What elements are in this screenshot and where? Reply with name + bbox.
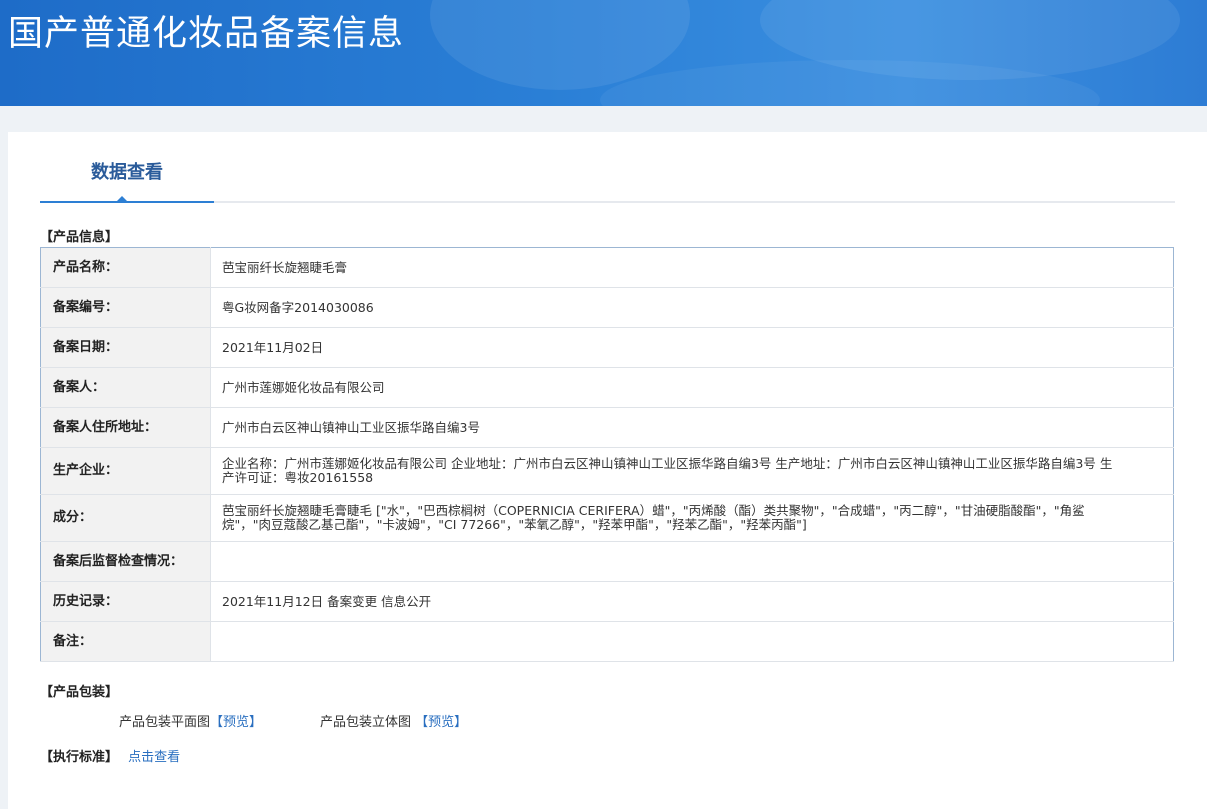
package-solid-image: 产品包装立体图 【预览】 <box>320 714 467 732</box>
packaging-section-label: 【产品包装】 <box>40 685 119 700</box>
info-row-value: 粤G妆网备字2014030086 <box>210 287 1174 328</box>
package-flat-image: 产品包装平面图【预览】 <box>119 714 262 732</box>
page-header: 国产普通化妆品备案信息 <box>0 0 1207 106</box>
tab-label: 数据查看 <box>91 162 163 183</box>
info-row-value: 广州市白云区神山镇神山工业区振华路自编3号 <box>210 407 1174 448</box>
info-row-value: 企业名称：广州市莲娜姬化妆品有限公司 企业地址：广州市白云区神山镇神山工业区振华… <box>210 447 1174 495</box>
tab-bar: 数据查看 <box>40 156 1175 203</box>
tab-data-view[interactable]: 数据查看 <box>40 156 214 203</box>
page-title: 国产普通化妆品备案信息 <box>8 14 405 54</box>
product-info-table: 产品名称： 芭宝丽纤长旋翘睫毛膏 备案编号： 粤G妆网备字2014030086 备案日期… <box>40 247 1174 662</box>
info-row-label: 生产企业： <box>40 447 211 495</box>
info-row: 产品名称： 芭宝丽纤长旋翘睫毛膏 <box>40 247 1174 288</box>
package-solid-label: 产品包装立体图 <box>320 715 412 730</box>
info-row-label: 备案人： <box>40 367 211 408</box>
info-row-label: 备注： <box>40 621 211 662</box>
info-row-label: 产品名称： <box>40 247 211 288</box>
product-info-section-label: 【产品信息】 <box>40 230 119 245</box>
content-panel: 数据查看 【产品信息】 产品名称： 芭宝丽纤长旋翘睫毛膏 备案编号： 粤G妆网备字20… <box>8 132 1207 809</box>
info-row: 备注： <box>40 621 1174 662</box>
info-row: 备案人住所地址： 广州市白云区神山镇神山工业区振华路自编3号 <box>40 407 1174 448</box>
info-row-label: 备案人住所地址： <box>40 407 211 448</box>
info-row-value: 广州市莲娜姬化妆品有限公司 <box>210 367 1174 408</box>
tab-active-caret-icon <box>115 196 129 203</box>
info-row-value: 2021年11月12日 备案变更 信息公开 <box>210 581 1174 622</box>
info-row-value <box>210 541 1174 582</box>
package-solid-preview-link[interactable]: 【预览】 <box>415 715 467 730</box>
info-row-label: 成分： <box>40 494 211 542</box>
info-row: 备案日期： 2021年11月02日 <box>40 327 1174 368</box>
info-row-label: 备案后监督检查情况： <box>40 541 211 582</box>
info-row-value: 芭宝丽纤长旋翘睫毛膏睫毛 ["水"，"巴西棕榈树（COPERNICIA CERI… <box>210 494 1174 542</box>
info-row-label: 备案编号： <box>40 287 211 328</box>
package-flat-preview-link[interactable]: 【预览】 <box>210 715 262 730</box>
standard-section-label: 【执行标准】 <box>40 750 119 765</box>
info-row: 成分： 芭宝丽纤长旋翘睫毛膏睫毛 ["水"，"巴西棕榈树（COPERNICIA C… <box>40 494 1174 542</box>
info-row: 备案后监督检查情况： <box>40 541 1174 582</box>
info-row: 备案人： 广州市莲娜姬化妆品有限公司 <box>40 367 1174 408</box>
info-row: 生产企业： 企业名称：广州市莲娜姬化妆品有限公司 企业地址：广州市白云区神山镇神山… <box>40 447 1174 495</box>
info-row-label: 历史记录： <box>40 581 211 622</box>
standard-row: 【执行标准】 点击查看 <box>40 749 180 767</box>
package-flat-label: 产品包装平面图 <box>119 715 211 730</box>
standard-view-link[interactable]: 点击查看 <box>128 750 180 765</box>
info-row: 历史记录： 2021年11月12日 备案变更 信息公开 <box>40 581 1174 622</box>
info-row: 备案编号： 粤G妆网备字2014030086 <box>40 287 1174 328</box>
info-row-value <box>210 621 1174 662</box>
info-row-value: 芭宝丽纤长旋翘睫毛膏 <box>210 247 1174 288</box>
info-row-value: 2021年11月02日 <box>210 327 1174 368</box>
info-row-label: 备案日期： <box>40 327 211 368</box>
